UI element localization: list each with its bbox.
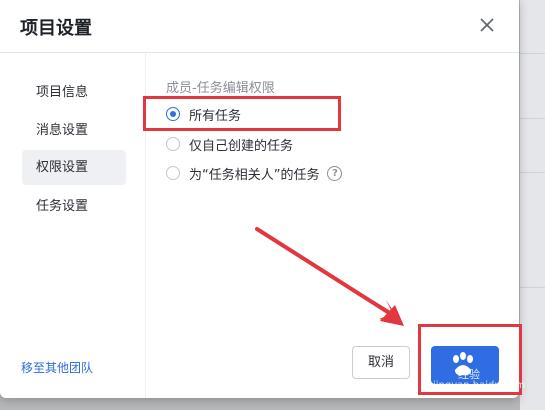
radio-checked-icon[interactable] [166,107,180,121]
dialog-header: 项目设置 [0,0,519,53]
sidebar-item-task-settings[interactable]: 任务设置 [22,189,126,224]
close-icon[interactable] [476,14,498,36]
move-to-other-team-link[interactable]: 移至其他团队 [21,359,93,376]
radio-unchecked-icon[interactable] [166,166,180,180]
project-settings-dialog: 项目设置 项目信息 消息设置 权限设置 任务设置 移至其他团队 成员-任务编辑权… [0,0,519,398]
sidebar-item-permission-settings[interactable]: 权限设置 [22,150,126,185]
dialog-title: 项目设置 [20,18,92,39]
radio-label: 为“任务相关人”的任务 [189,167,320,183]
radio-label: 所有任务 [189,108,242,124]
radio-own-tasks[interactable]: 仅自己创建的任务 [166,133,293,155]
help-icon[interactable]: ? [327,165,343,181]
background-app [520,0,545,410]
sidebar-item-message-settings[interactable]: 消息设置 [22,113,126,148]
cancel-button[interactable]: 取消 [352,346,410,379]
radio-all-tasks[interactable]: 所有任务 [166,103,241,125]
sidebar-item-project-info[interactable]: 项目信息 [22,75,126,110]
radio-unchecked-icon[interactable] [166,137,180,151]
section-title: 成员-任务编辑权限 [166,81,275,96]
settings-sidebar: 项目信息 消息设置 权限设置 任务设置 移至其他团队 [0,53,146,398]
radio-label: 仅自己创建的任务 [189,138,294,154]
watermark-url: jingyan.baidu.com [433,380,526,391]
radio-related-tasks[interactable]: 为“任务相关人”的任务 ? [166,162,343,184]
